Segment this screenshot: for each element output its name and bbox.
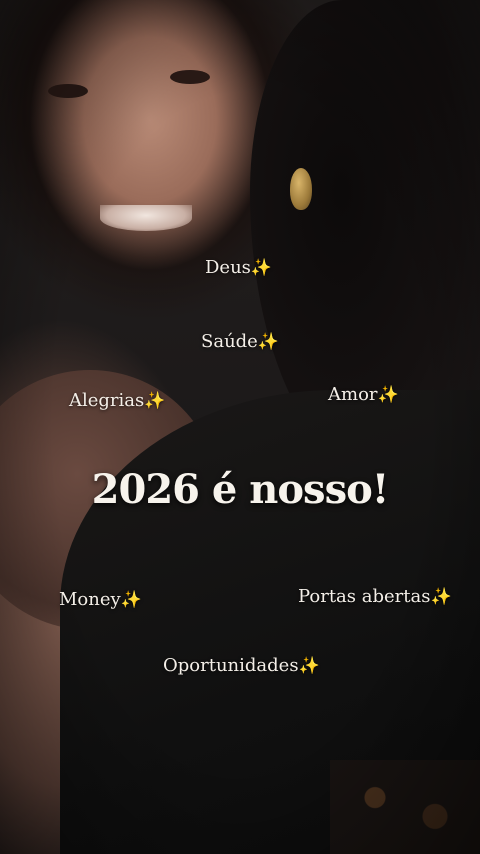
photo-background: Deus✨ Saúde✨ Alegrias✨ Amor✨ 2026 é noss… [0, 0, 480, 854]
word-money: Money✨ [59, 589, 142, 610]
sparkle-icon: ✨ [250, 258, 273, 278]
word-deus-label: Deus [205, 257, 251, 278]
word-portas-label: Portas abertas [298, 586, 431, 607]
word-saude-label: Saúde [201, 331, 258, 352]
sparkle-icon: ✨ [298, 656, 320, 676]
vignette-overlay [0, 0, 480, 854]
sparkle-icon: ✨ [377, 385, 399, 405]
headline: 2026 é nosso! [91, 466, 390, 513]
word-saude: Saúde✨ [201, 331, 279, 352]
word-alegrias-label: Alegrias [69, 390, 145, 411]
word-amor-label: Amor [328, 384, 378, 405]
word-portas-abertas: Portas abertas✨ [298, 586, 452, 607]
word-amor: Amor✨ [328, 384, 399, 405]
word-money-label: Money [59, 589, 121, 610]
word-deus: Deus✨ [205, 257, 272, 278]
sparkle-icon: ✨ [257, 332, 280, 352]
word-oportunidades-label: Oportunidades [163, 655, 299, 676]
sparkle-icon: ✨ [430, 587, 452, 607]
sparkle-icon: ✨ [144, 391, 166, 411]
word-oportunidades: Oportunidades✨ [163, 655, 320, 676]
sparkle-icon: ✨ [120, 590, 142, 610]
word-alegrias: Alegrias✨ [69, 390, 165, 411]
